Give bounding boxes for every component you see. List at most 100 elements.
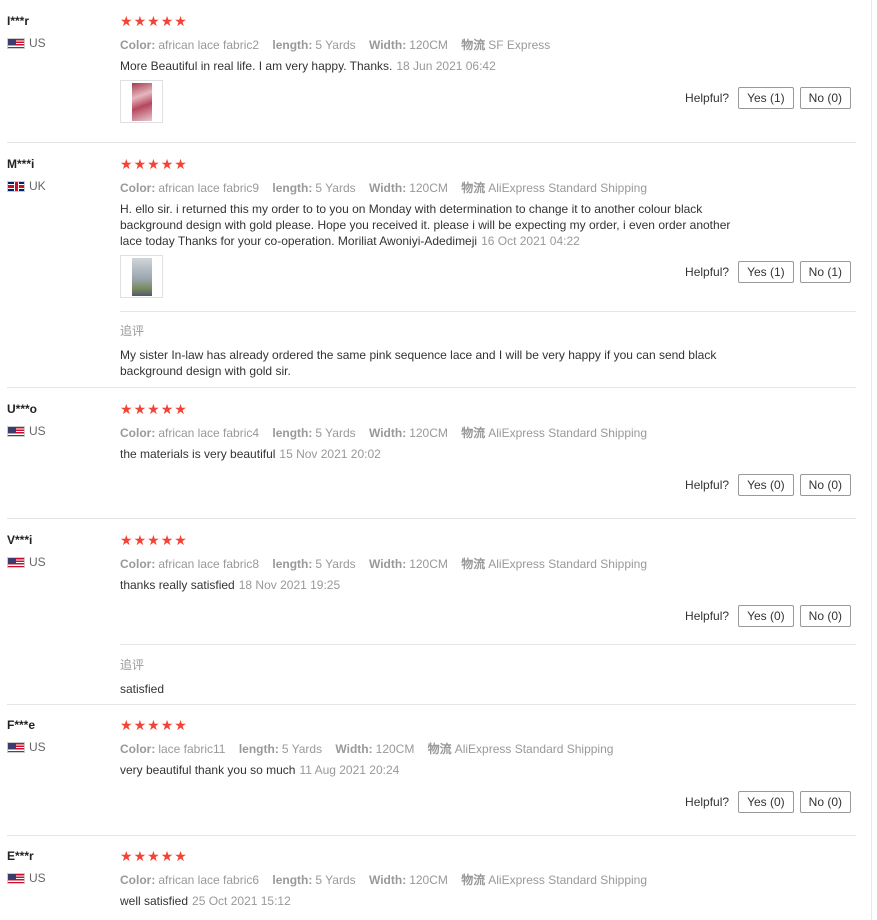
review-photo[interactable] xyxy=(120,80,163,123)
helpful-no-button[interactable]: No (0) xyxy=(799,791,851,813)
length-value: 5 Yards xyxy=(315,38,356,52)
review-body: More Beautiful in real life. I am very h… xyxy=(120,59,393,73)
helpful-no-button[interactable]: No (0) xyxy=(799,474,851,496)
reviewer-name: M***i xyxy=(7,157,35,171)
star-icon: ★ xyxy=(147,156,161,172)
star-icon: ★ xyxy=(174,401,188,417)
review-photo[interactable] xyxy=(120,255,163,298)
additional-review-text: satisfied xyxy=(120,682,165,696)
shipping-label: 物流 xyxy=(461,873,486,887)
additional-review-title: 追评 xyxy=(120,324,145,338)
color-value: african lace fabric4 xyxy=(158,426,260,440)
scrollbar-track[interactable] xyxy=(871,0,877,920)
review-date: 15 Nov 2021 20:02 xyxy=(279,447,381,461)
star-icon: ★ xyxy=(147,717,161,733)
reviewer-name: E***r xyxy=(7,849,34,863)
reviewer-name: I***r xyxy=(7,14,30,28)
review-text: the materials is very beautiful 15 Nov 20… xyxy=(120,446,750,462)
star-icon: ★ xyxy=(160,401,175,417)
review-date: 18 Jun 2021 06:42 xyxy=(396,59,496,73)
review-divider xyxy=(7,142,856,143)
width-value: 120CM xyxy=(409,557,448,571)
star-icon: ★ xyxy=(160,717,175,733)
color-label: Color: xyxy=(120,181,156,195)
review-body: well satisfied xyxy=(120,894,189,908)
review-divider xyxy=(7,518,856,519)
width-value: 120CM xyxy=(375,742,415,756)
star-icon: ★ xyxy=(174,717,188,733)
helpful-yes-button[interactable]: Yes (1) xyxy=(738,87,794,109)
country-code: US xyxy=(29,740,46,754)
shipping-value: AliExpress Standard Shipping xyxy=(488,181,648,195)
review-divider xyxy=(7,835,856,836)
color-label: Color: xyxy=(120,557,156,571)
color-label: Color: xyxy=(120,426,156,440)
country-code: US xyxy=(29,36,46,50)
width-label: Width: xyxy=(368,557,407,571)
helpful-yes-button[interactable]: Yes (0) xyxy=(738,605,794,627)
country-code: US xyxy=(29,555,46,569)
length-value: 5 Yards xyxy=(315,426,356,440)
review-text: thanks really satisfied 18 Nov 2021 19:25 xyxy=(120,577,750,593)
star-icon: ★ xyxy=(120,156,134,172)
sku-attributes: Color: african lace fabric2 length: 5 Yard… xyxy=(120,36,560,53)
review-date: 25 Oct 2021 15:12 xyxy=(192,894,291,908)
width-label: Width: xyxy=(368,38,407,52)
star-icon: ★ xyxy=(174,532,188,548)
star-icon: ★ xyxy=(133,401,148,417)
width-label: Width: xyxy=(335,742,373,756)
star-icon: ★ xyxy=(160,848,175,864)
color-label: Color: xyxy=(120,742,156,756)
helpful-vote: Helpful? Yes (0) No (0) xyxy=(685,791,851,813)
width-label: Width: xyxy=(368,873,407,887)
star-icon: ★ xyxy=(160,156,175,172)
review-text: More Beautiful in real life. I am very h… xyxy=(120,58,750,74)
star-icon: ★ xyxy=(174,848,188,864)
star-rating: ★★★★★ xyxy=(120,849,188,863)
sku-attributes: Color: african lace fabric6 length: 5 Yard… xyxy=(120,871,657,888)
helpful-no-button[interactable]: No (1) xyxy=(799,261,851,283)
sku-attributes: Color: african lace fabric4 length: 5 Yard… xyxy=(120,424,657,441)
helpful-no-button[interactable]: No (0) xyxy=(799,605,851,627)
color-value: african lace fabric8 xyxy=(158,557,260,571)
sku-attributes: Color: african lace fabric9 length: 5 Yard… xyxy=(120,179,657,196)
us-flag-icon xyxy=(7,425,25,437)
reviewer-name: U***o xyxy=(7,402,38,416)
country-code: US xyxy=(29,424,46,438)
width-label: Width: xyxy=(368,181,407,195)
star-icon: ★ xyxy=(133,156,148,172)
shipping-value: AliExpress Standard Shipping xyxy=(488,557,648,571)
length-label: length: xyxy=(272,181,313,195)
helpful-yes-button[interactable]: Yes (0) xyxy=(738,474,794,496)
review-date: 11 Aug 2021 20:24 xyxy=(299,763,400,777)
helpful-label: Helpful? xyxy=(685,265,730,279)
helpful-vote: Helpful? Yes (1) No (0) xyxy=(685,87,851,109)
helpful-label: Helpful? xyxy=(685,795,730,809)
helpful-vote: Helpful? Yes (0) No (0) xyxy=(685,605,851,627)
reviewer-country: US xyxy=(7,424,46,438)
photo-thumbnail xyxy=(131,257,152,296)
length-value: 5 Yards xyxy=(315,873,356,887)
star-icon: ★ xyxy=(147,401,161,417)
helpful-no-button[interactable]: No (0) xyxy=(799,87,851,109)
helpful-yes-button[interactable]: Yes (1) xyxy=(738,261,794,283)
review-divider xyxy=(7,704,856,705)
review-text: very beautiful thank you so much 11 Aug 2… xyxy=(120,762,750,778)
shipping-value: AliExpress Standard Shipping xyxy=(488,426,648,440)
review-body: very beautiful thank you so much xyxy=(120,763,296,777)
width-value: 120CM xyxy=(409,38,448,52)
helpful-yes-button[interactable]: Yes (0) xyxy=(738,791,794,813)
star-icon: ★ xyxy=(147,532,161,548)
helpful-label: Helpful? xyxy=(685,478,730,492)
star-icon: ★ xyxy=(133,848,148,864)
review-date: 18 Nov 2021 19:25 xyxy=(238,578,341,592)
star-rating: ★★★★★ xyxy=(120,533,188,547)
us-flag-icon xyxy=(7,741,25,753)
star-icon: ★ xyxy=(120,717,134,733)
reviewer-country: US xyxy=(7,740,46,754)
star-icon: ★ xyxy=(120,532,134,548)
star-icon: ★ xyxy=(174,156,188,172)
shipping-label: 物流 xyxy=(427,742,452,756)
star-rating: ★★★★★ xyxy=(120,14,188,28)
length-value: 5 Yards xyxy=(315,557,356,571)
